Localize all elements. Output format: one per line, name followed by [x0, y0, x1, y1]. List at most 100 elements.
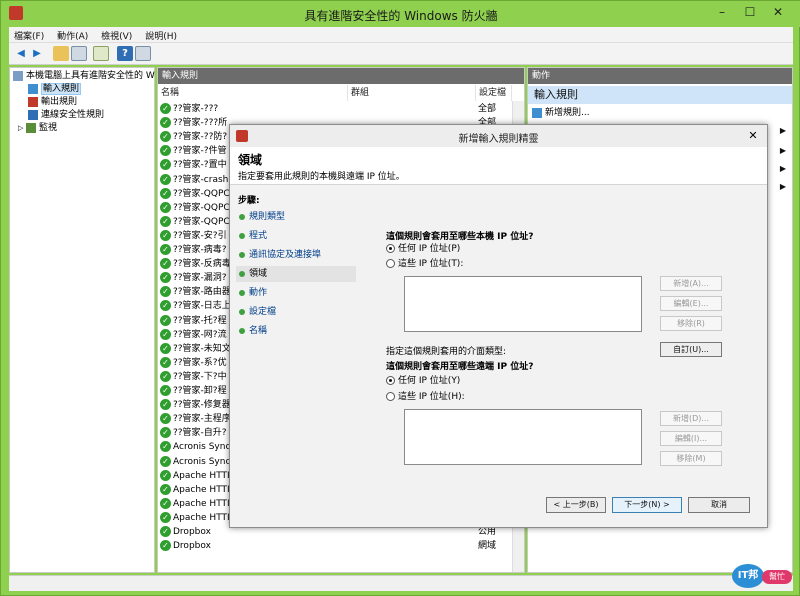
enabled-check-icon: ✓: [160, 244, 171, 255]
add-remote-ip-button[interactable]: 新增(D)...: [660, 411, 722, 426]
menu-help[interactable]: 說明(H): [140, 27, 182, 44]
rule-name: Apache HTTI: [173, 484, 230, 495]
rule-name: ??管家-crash: [173, 174, 229, 185]
enabled-check-icon: ✓: [160, 469, 171, 481]
rule-profile: 全部: [478, 104, 497, 114]
interface-type-label: 指定這個規則套用的介面類型:: [386, 347, 507, 357]
remote-any-ip-radio[interactable]: 任何 IP 位址(Y): [386, 376, 460, 387]
minimize-button[interactable]: –: [711, 3, 733, 21]
actions-header: 動作: [528, 68, 792, 84]
title-bar: 具有進階安全性的 Windows 防火牆 – ☐ ✕: [1, 1, 800, 27]
rule-name: ??管家-QQPC: [173, 188, 230, 199]
radio-unselected-icon: [386, 259, 395, 268]
local-any-ip-radio[interactable]: 任何 IP 位址(P): [386, 244, 460, 255]
step-name[interactable]: 名稱: [236, 323, 356, 339]
enabled-check-icon: ✓: [160, 145, 171, 157]
back-arrow-icon[interactable]: ◀: [13, 46, 29, 61]
enabled-check-icon: ✓: [160, 229, 171, 241]
new-rule-icon: [532, 107, 542, 118]
next-button[interactable]: 下一步(N) >: [612, 497, 682, 513]
add-local-ip-button[interactable]: 新增(A)...: [660, 276, 722, 291]
ithelp-watermark-logo: IT邦 幫忙: [732, 562, 792, 592]
remote-ip-list[interactable]: [404, 409, 642, 465]
rule-name: ??管家-病毒?: [173, 245, 227, 255]
forward-arrow-icon[interactable]: ▶: [29, 46, 45, 61]
tree-item-monitoring[interactable]: ▷ 監視: [18, 122, 57, 135]
radio-selected-icon: [386, 376, 395, 385]
column-group[interactable]: 群組: [348, 85, 476, 101]
enabled-check-icon: ✓: [160, 103, 171, 114]
enabled-check-icon: ✓: [160, 342, 171, 354]
cancel-button[interactable]: 取消: [688, 497, 750, 513]
computer-shield-icon: [13, 70, 23, 81]
up-folder-icon[interactable]: [53, 46, 69, 61]
column-name[interactable]: 名稱: [158, 85, 348, 101]
tree-item-outbound-rules[interactable]: 輸出規則: [28, 96, 77, 109]
local-these-ip-radio[interactable]: 這些 IP 位址(T):: [386, 259, 463, 270]
rule-name: ??管家-QQPC: [173, 216, 230, 227]
table-row[interactable]: ✓ ??管家-??? 全部: [160, 102, 520, 116]
wizard-content: 這個規則會套用至哪些本機 IP 位址? 任何 IP 位址(P) 這些 IP 位址…: [358, 193, 761, 519]
step-dot-icon: [239, 289, 245, 296]
menu-file[interactable]: 檔案(F): [9, 27, 49, 44]
step-profile[interactable]: 設定檔: [236, 304, 356, 320]
enabled-check-icon: ✓: [160, 300, 171, 312]
remote-these-ip-radio[interactable]: 這些 IP 位址(H):: [386, 392, 465, 403]
menu-bar: 檔案(F) 動作(A) 檢視(V) 說明(H): [9, 27, 793, 43]
submenu-arrow-icon[interactable]: ▶: [780, 146, 786, 155]
enabled-check-icon: ✓: [160, 370, 171, 382]
enabled-check-icon: ✓: [160, 215, 171, 227]
action-pane-icon[interactable]: [135, 46, 151, 61]
new-rule-action[interactable]: 新增規則...: [532, 106, 590, 120]
tree-item-connection-security[interactable]: 連線安全性規則: [28, 109, 104, 122]
enabled-check-icon: ✓: [160, 540, 171, 552]
menu-action[interactable]: 動作(A): [52, 27, 93, 44]
submenu-arrow-icon[interactable]: ▶: [780, 164, 786, 173]
maximize-button[interactable]: ☐: [739, 3, 761, 21]
enabled-check-icon: ✓: [160, 131, 171, 143]
remove-remote-ip-button[interactable]: 移除(M): [660, 451, 722, 466]
step-scope[interactable]: 領域: [236, 266, 356, 282]
submenu-arrow-icon[interactable]: ▶: [780, 182, 786, 191]
column-profile[interactable]: 設定檔: [476, 85, 512, 101]
wizard-header: 領域 指定要套用此規則的本機與遠端 IP 位址。: [230, 147, 767, 185]
tree-root[interactable]: 本機電腦上具有進階安全性的 W: [13, 70, 155, 83]
edit-local-ip-button[interactable]: 編輯(E)...: [660, 296, 722, 311]
step-rule-type[interactable]: 規則類型: [236, 209, 356, 225]
show-tree-icon[interactable]: [71, 46, 87, 61]
inbound-rules-icon: [28, 83, 38, 94]
step-dot-icon: [239, 270, 245, 277]
enabled-check-icon: ✓: [160, 173, 171, 185]
enabled-check-icon: ✓: [160, 427, 171, 439]
rule-name: ??管家-路由器: [173, 287, 231, 298]
customize-button[interactable]: 自訂(U)...: [660, 342, 722, 357]
rule-name: Dropbox: [173, 527, 211, 537]
close-button[interactable]: ✕: [767, 3, 789, 21]
back-button[interactable]: < 上一步(B): [546, 497, 606, 513]
enabled-check-icon: ✓: [160, 511, 171, 523]
menu-view[interactable]: 檢視(V): [96, 27, 137, 44]
enabled-check-icon: ✓: [160, 187, 171, 199]
navigation-tree: 本機電腦上具有進階安全性的 W 輸入規則 輸出規則 連線安全性規則 ▷ 監視: [9, 67, 155, 573]
rule-name: Acronis Sync: [173, 442, 231, 453]
expand-arrow-icon[interactable]: ▷: [18, 122, 26, 135]
enabled-check-icon: ✓: [160, 258, 171, 270]
wizard-close-button[interactable]: ✕: [743, 127, 763, 144]
enabled-check-icon: ✓: [160, 314, 171, 326]
export-list-icon[interactable]: [93, 46, 109, 61]
edit-remote-ip-button[interactable]: 編輯(I)...: [660, 431, 722, 446]
step-action[interactable]: 動作: [236, 285, 356, 301]
local-ip-list[interactable]: [404, 276, 642, 332]
actions-section-inbound[interactable]: 輸入規則: [528, 86, 792, 104]
wizard-footer: < 上一步(B) 下一步(N) > 取消: [230, 493, 767, 527]
new-inbound-rule-wizard: 新增輸入規則精靈 ✕ 領域 指定要套用此規則的本機與遠端 IP 位址。 步驟: …: [229, 124, 768, 528]
submenu-arrow-icon[interactable]: ▶: [780, 126, 786, 135]
rule-name: Apache HTTI: [173, 470, 230, 481]
step-program[interactable]: 程式: [236, 228, 356, 244]
step-dot-icon: [239, 213, 245, 220]
step-protocol-ports[interactable]: 通訊協定及連接埠: [236, 247, 356, 263]
remove-local-ip-button[interactable]: 移除(R): [660, 316, 722, 331]
tree-item-inbound-rules[interactable]: 輸入規則: [28, 83, 82, 96]
help-icon[interactable]: ?: [117, 46, 133, 61]
table-row[interactable]: ✓ Dropbox 網域: [160, 539, 520, 553]
